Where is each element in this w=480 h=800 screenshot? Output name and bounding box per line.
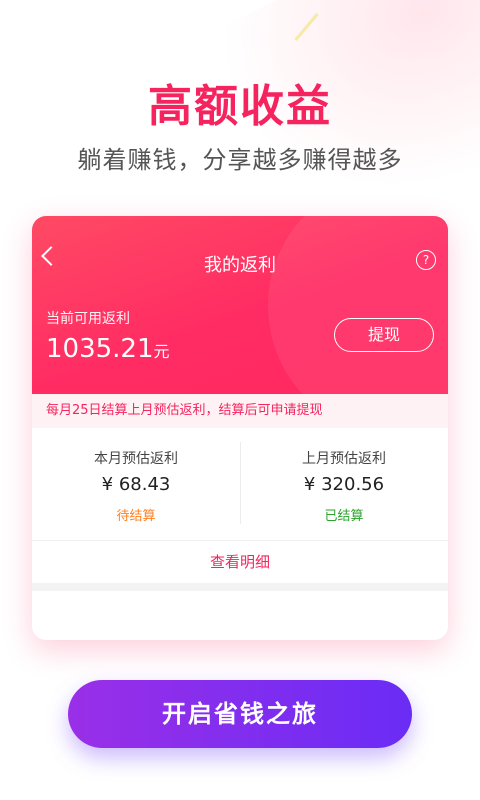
this-month-value: ¥ 68.43 <box>101 474 171 495</box>
last-month-rebate: 上月预估返利 ¥ 320.56 已结算 <box>240 428 448 540</box>
page-title: 我的返利 <box>204 255 276 276</box>
card-divider <box>32 583 448 591</box>
rebate-card-header: 我的返利 ? 当前可用返利 1035.21元 提现 <box>32 216 448 394</box>
start-saving-button[interactable]: 开启省钱之旅 <box>68 680 412 748</box>
this-month-rebate: 本月预估返利 ¥ 68.43 待结算 <box>32 428 240 540</box>
last-month-status: 已结算 <box>324 509 364 524</box>
rebate-card-preview: 我的返利 ? 当前可用返利 1035.21元 提现 每月25日结算上月预估返利，… <box>32 216 448 640</box>
balance-unit: 元 <box>153 342 170 361</box>
last-month-label: 上月预估返利 <box>302 451 386 467</box>
settlement-notice: 每月25日结算上月预估返利，结算后可申请提现 <box>32 394 448 428</box>
rebate-stats: 本月预估返利 ¥ 68.43 待结算 上月预估返利 ¥ 320.56 已结算 <box>32 428 448 541</box>
this-month-label: 本月预估返利 <box>94 451 178 467</box>
promo-subline: 躺着赚钱，分享越多赚得越多 <box>77 146 403 174</box>
view-details-link[interactable]: 查看明细 <box>32 541 448 583</box>
promo-headline: 高额收益 <box>148 81 332 132</box>
question-circle-icon[interactable]: ? <box>416 250 436 270</box>
balance-label: 当前可用返利 <box>46 311 130 327</box>
balance-value: 1035.21 <box>46 334 154 364</box>
withdraw-button[interactable]: 提现 <box>334 318 434 352</box>
balance-amount: 1035.21元 <box>46 334 170 364</box>
last-month-value: ¥ 320.56 <box>303 474 385 495</box>
this-month-status: 待结算 <box>116 509 156 524</box>
